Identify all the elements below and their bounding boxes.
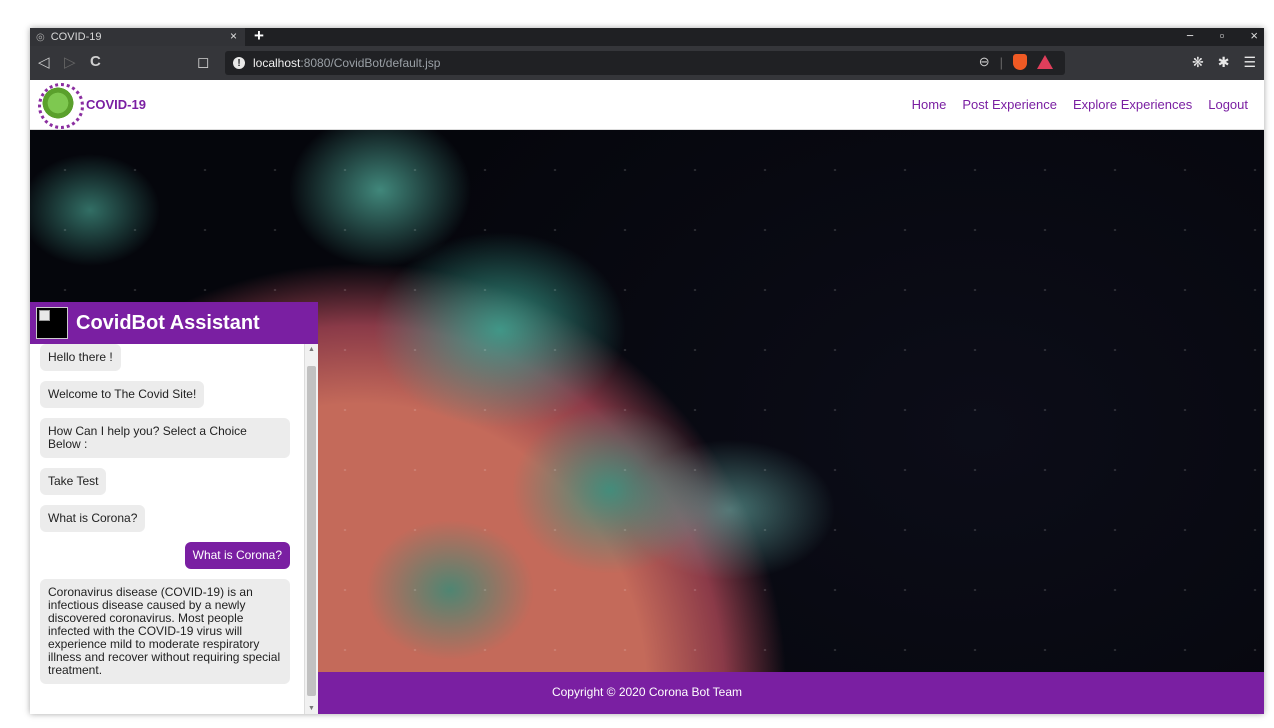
bot-avatar: [36, 307, 68, 339]
back-icon[interactable]: ◁: [38, 53, 50, 71]
scroll-up-icon[interactable]: ▲: [308, 346, 315, 353]
user-message: What is Corona?: [184, 542, 290, 569]
maximize-button[interactable]: ▫: [1220, 28, 1225, 43]
chat-messages: Hello there ! Welcome to The Covid Site!…: [30, 344, 318, 714]
info-icon[interactable]: !: [233, 57, 245, 69]
bot-message: Welcome to The Covid Site!: [40, 381, 205, 408]
choice-what-is-corona[interactable]: What is Corona?: [40, 505, 146, 532]
globe-icon: ◎: [36, 31, 45, 43]
minimize-button[interactable]: −: [1186, 28, 1194, 43]
address-bar-actions: ⊖ |: [979, 54, 1053, 70]
chat-title: CovidBot Assistant: [76, 311, 260, 334]
bot-answer-message: Coronavirus disease (COVID-19) is an inf…: [40, 579, 290, 684]
brave-shield-icon[interactable]: [1013, 54, 1027, 70]
bot-message: How Can I help you? Select a Choice Belo…: [40, 418, 290, 458]
virus-logo-icon[interactable]: [38, 83, 84, 129]
puzzle-icon[interactable]: ✱: [1218, 54, 1230, 71]
close-window-button[interactable]: ×: [1250, 28, 1258, 43]
bot-message: Hello there !: [40, 344, 121, 371]
url-path: :8080/CovidBot/default.jsp: [300, 56, 441, 70]
menu-icon[interactable]: ☰: [1243, 54, 1256, 71]
main-nav: Home Post Experience Explore Experiences…: [912, 97, 1248, 112]
extension-icon[interactable]: ❋: [1192, 54, 1204, 71]
tab-title: COVID-19: [50, 31, 102, 43]
bookmark-icon[interactable]: ◻: [197, 53, 209, 71]
choice-take-test[interactable]: Take Test: [40, 468, 107, 495]
brand-name[interactable]: COVID-19: [86, 97, 146, 112]
nav-home[interactable]: Home: [912, 97, 947, 112]
nav-logout[interactable]: Logout: [1208, 97, 1248, 112]
brave-rewards-icon[interactable]: [1037, 55, 1053, 69]
title-bar: ◎ COVID-19 × + − ▫ ×: [30, 28, 1264, 46]
nav-post-experience[interactable]: Post Experience: [962, 97, 1057, 112]
tab-close-icon[interactable]: ×: [230, 29, 237, 43]
nav-explore-experiences[interactable]: Explore Experiences: [1073, 97, 1192, 112]
chat-header: CovidBot Assistant: [30, 302, 318, 344]
address-bar[interactable]: ! localhost :8080/CovidBot/default.jsp ⊖…: [225, 51, 1065, 75]
browser-toolbar: ◁ ▷ C ◻ ! localhost :8080/CovidBot/defau…: [30, 46, 1264, 80]
scroll-down-icon[interactable]: ▼: [308, 705, 315, 712]
chat-scrollbar[interactable]: ▲ ▼: [304, 344, 318, 714]
new-tab-button[interactable]: +: [254, 28, 264, 46]
browser-tab[interactable]: ◎ COVID-19: [30, 28, 245, 46]
chatbot-widget: CovidBot Assistant Hello there ! Welcome…: [30, 302, 318, 714]
forward-icon[interactable]: ▷: [64, 53, 76, 71]
site-header: COVID-19 Home Post Experience Explore Ex…: [30, 80, 1264, 130]
browser-window: ◎ COVID-19 × + − ▫ × ◁ ▷ C ◻ ! localhost…: [30, 28, 1264, 714]
extension-icons: ❋ ✱ ☰: [1192, 54, 1256, 71]
reload-icon[interactable]: C: [90, 53, 101, 70]
scrollbar-thumb[interactable]: [307, 366, 316, 696]
url-host: localhost: [253, 56, 301, 70]
zoom-icon[interactable]: ⊖: [979, 54, 990, 70]
window-controls: − ▫ ×: [1186, 28, 1258, 43]
